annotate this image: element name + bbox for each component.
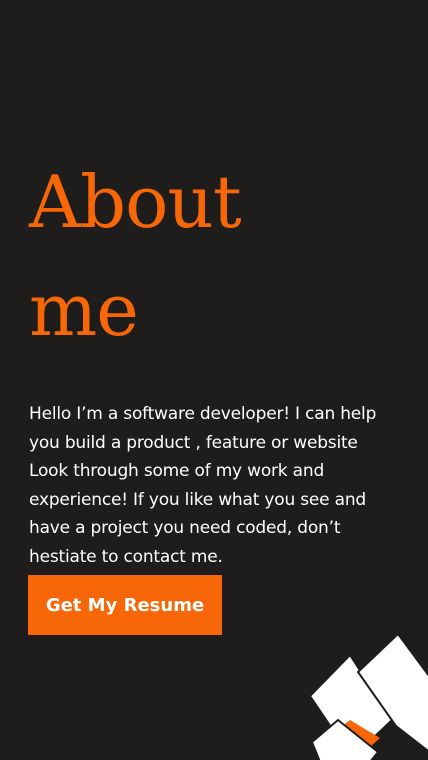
get-resume-button[interactable]: Get My Resume	[28, 575, 222, 635]
page-title-line-2: me	[29, 268, 139, 352]
bio-paragraph: Hello I’m a software developer! I can he…	[29, 404, 377, 567]
decorative-shapes-illustration	[308, 632, 428, 760]
about-section: About me Hello I’m a software developer!…	[29, 148, 409, 571]
page-title: About me	[29, 148, 409, 364]
page-title-line-1: About	[29, 160, 242, 244]
